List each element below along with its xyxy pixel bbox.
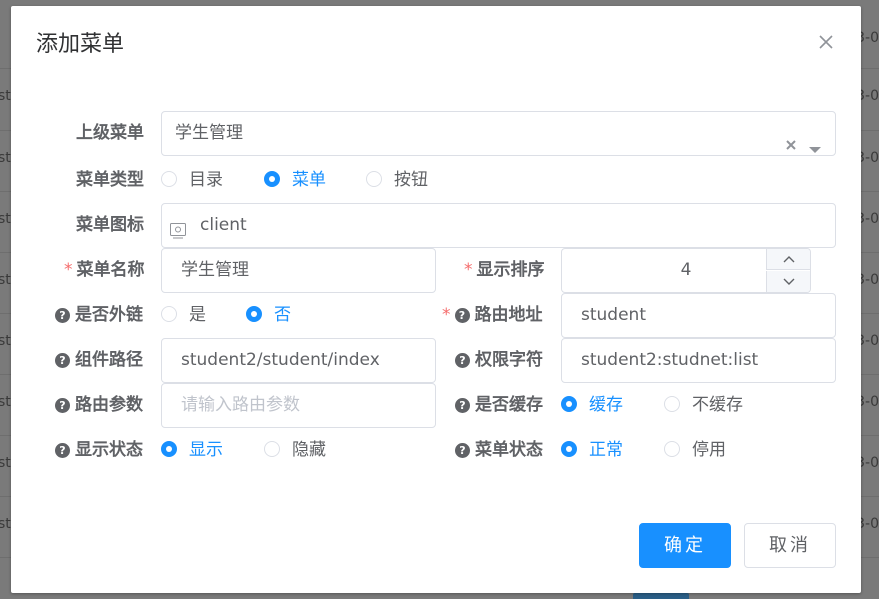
confirm-button[interactable]: 确定 [639, 523, 731, 568]
radio-visible-hide[interactable]: 隐藏 [264, 438, 326, 462]
backdrop-cell: st [0, 516, 11, 532]
visible-label: ? 显示状态 [55, 438, 143, 462]
backdrop-cell: st [0, 394, 11, 410]
radio-menu-type-directory[interactable]: 目录 [161, 168, 223, 192]
permission-input[interactable]: student2:studnet:list [561, 338, 836, 383]
backdrop-cell: st [0, 272, 11, 288]
radio-cache-on[interactable]: 缓存 [561, 393, 623, 417]
help-icon[interactable]: ? [55, 398, 70, 413]
menu-icon-label: 菜单图标 [76, 215, 144, 235]
parent-menu-label: 上级菜单 [76, 123, 144, 143]
cache-label: ? 是否缓存 [455, 393, 543, 417]
dialog-title: 添加菜单 [36, 32, 125, 57]
parent-menu-select[interactable]: 学生管理 [161, 111, 836, 156]
menu-name-input[interactable]: 学生管理 [161, 248, 436, 293]
radio-cache-off[interactable]: 不缓存 [664, 393, 743, 417]
stepper-down-icon[interactable] [766, 271, 810, 292]
clear-icon[interactable] [784, 126, 798, 150]
close-icon[interactable] [816, 32, 836, 52]
stepper-up-icon[interactable] [766, 249, 810, 270]
help-icon[interactable]: ? [55, 443, 70, 458]
order-stepper[interactable]: 4 [561, 248, 811, 293]
backdrop-cell: st [0, 88, 11, 104]
backdrop-cell: st [0, 211, 11, 227]
help-icon[interactable]: ? [55, 353, 70, 368]
cancel-button[interactable]: 取消 [744, 523, 836, 568]
menu-type-label: 菜单类型 [76, 170, 144, 190]
component-path-input[interactable]: student2/student/index [161, 338, 436, 383]
menu-icon-value: client [200, 215, 247, 235]
radio-external-no[interactable]: 否 [246, 303, 291, 327]
parent-menu-value: 学生管理 [175, 123, 243, 143]
permission-label: ? 权限字符 [455, 348, 543, 372]
order-label: * 显示排序 [464, 260, 545, 280]
help-icon[interactable]: ? [455, 353, 470, 368]
route-path-input[interactable]: student [561, 293, 836, 338]
radio-menu-type-button[interactable]: 按钮 [366, 168, 428, 192]
radio-status-disabled[interactable]: 停用 [664, 438, 726, 462]
component-path-label: ? 组件路径 [55, 348, 143, 372]
radio-status-normal[interactable]: 正常 [561, 438, 623, 462]
radio-visible-show[interactable]: 显示 [161, 438, 223, 462]
radio-menu-type-menu[interactable]: 菜单 [264, 168, 326, 192]
status-label: ? 菜单状态 [455, 438, 543, 462]
caret-down-icon[interactable] [808, 129, 822, 153]
backdrop-cell: st [0, 150, 11, 166]
order-value: 4 [680, 260, 692, 280]
backdrop-button [633, 593, 689, 599]
help-icon[interactable]: ? [454, 308, 470, 323]
backdrop-cell: st [0, 455, 11, 471]
route-params-label: ? 路由参数 [55, 393, 143, 417]
menu-name-label: * 菜单名称 [64, 260, 145, 280]
help-icon[interactable]: ? [455, 443, 470, 458]
is-external-label: ? 是否外链 [55, 303, 143, 327]
radio-external-yes[interactable]: 是 [161, 303, 206, 327]
backdrop-cell: st [0, 333, 11, 349]
menu-icon-input[interactable]: client [161, 203, 836, 248]
help-icon[interactable]: ? [55, 308, 70, 323]
route-path-label: *? 路由地址 [442, 305, 543, 325]
menu-icon-preview-icon [169, 214, 187, 239]
help-icon[interactable]: ? [455, 398, 470, 413]
route-params-input[interactable]: 请输入路由参数 [161, 383, 436, 428]
add-menu-dialog: 添加菜单 上级菜单 学生管理 菜单类型 目录 菜单 按钮 菜单图标 client… [11, 6, 861, 593]
